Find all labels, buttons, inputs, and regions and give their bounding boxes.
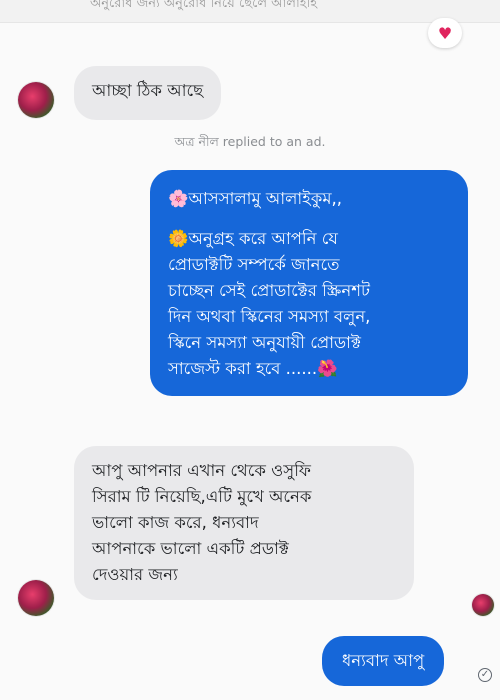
- message-line: ভালো কাজ করে, ধন্যবাদ: [92, 513, 259, 532]
- reply-to-ad-note: অত্র নীল replied to an ad.: [174, 134, 326, 149]
- message-line: 🌸আসসালামু আলাইকুম,,: [168, 189, 342, 208]
- heart-reaction[interactable]: ♥: [428, 18, 462, 48]
- message-line: দিন অথবা স্কিনের সমস্যা বলুন,: [168, 307, 371, 326]
- message-text: ধন্যবাদ আপু: [342, 651, 425, 670]
- incoming-message-bubble[interactable]: আপু আপনার এখান থেকে ওসুফি সিরাম টি নিয়ে…: [74, 446, 414, 600]
- customer-avatar[interactable]: [18, 580, 54, 616]
- message-text: আচ্ছা ঠিক আছে: [92, 81, 204, 100]
- delivered-check-icon: ✓: [478, 668, 492, 682]
- seen-avatar: [472, 594, 494, 616]
- heart-icon: ♥: [437, 23, 453, 43]
- message-line: [168, 212, 450, 226]
- outgoing-message-bubble[interactable]: 🌸আসসালামু আলাইকুম,, 🌼অনুগ্রহ করে আপনি যে…: [150, 170, 468, 396]
- message-line: সাজেস্ট করা হবে ......🌺: [168, 359, 338, 378]
- message-line: 🌼অনুগ্রহ করে আপনি যে: [168, 229, 338, 248]
- outgoing-message-bubble[interactable]: ধন্যবাদ আপু: [322, 636, 445, 686]
- previous-message-cutoff: অনুরোধ জন্য অনুরোধ নিয়ে ছেলে আলাইহি: [0, 0, 500, 23]
- message-line: সিরাম টি নিয়েছি,এটি মুখে অনেক: [92, 487, 312, 506]
- messenger-thread: অনুরোধ জন্য অনুরোধ নিয়ে ছেলে আলাইহি ♥ আ…: [0, 0, 500, 700]
- message-line: আপনাকে ভালো একটি প্রডাক্ট: [92, 539, 289, 558]
- message-line: দেওয়ার জন্য: [92, 565, 178, 584]
- previous-message-text: অনুরোধ জন্য অনুরোধ নিয়ে ছেলে আলাইহি: [90, 0, 318, 11]
- incoming-message-bubble[interactable]: আচ্ছা ঠিক আছে: [74, 66, 222, 120]
- message-line: চাচ্ছেন সেই প্রোডাক্টের স্ক্রিনশট: [168, 281, 371, 300]
- customer-avatar[interactable]: [18, 82, 54, 118]
- message-line: আপু আপনার এখান থেকে ওসুফি: [92, 461, 311, 480]
- message-line: প্রোডাক্টটি সম্পর্কে জানতে: [168, 255, 340, 274]
- message-line: স্কিনে সমস্যা অনুযায়ী প্রোডাক্ট: [168, 333, 361, 352]
